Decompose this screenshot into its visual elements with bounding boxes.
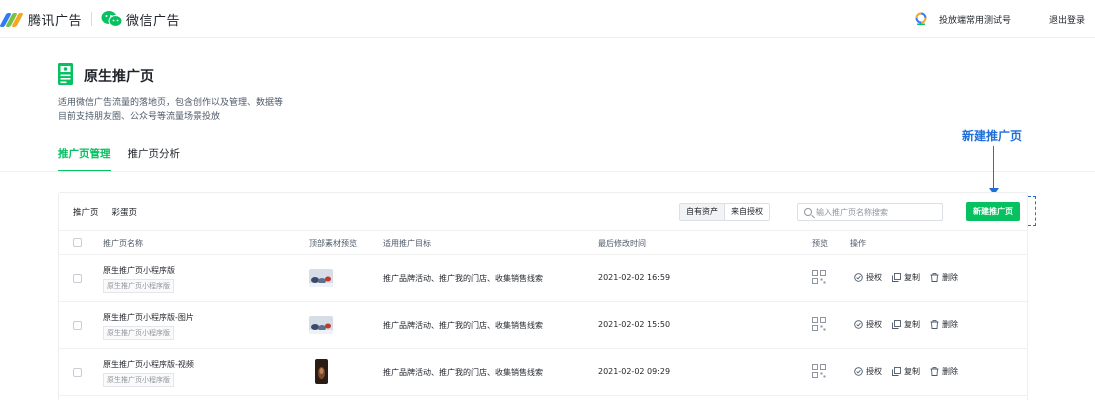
delete-label: 删除 (942, 320, 958, 329)
landing-page-list-card: 推广页 彩蛋页 自有资产 来自授权 输入推广页名称搜索 新建推广页 推广页名称 … (58, 192, 1028, 400)
segment-own-assets[interactable]: 自有资产 (680, 204, 725, 220)
delete-button[interactable]: 删除 (930, 319, 958, 330)
authorize-button[interactable]: 授权 (854, 272, 882, 283)
authorize-label: 授权 (866, 320, 882, 329)
row-target: 推广品牌活动、推广我的门店、收集销售线索 (383, 321, 543, 330)
search-input[interactable]: 输入推广页名称搜索 (797, 203, 943, 221)
top-navigation-bar: 腾讯广告 微信广告 投放端常用测试号 退出登录 (0, 0, 1095, 38)
row-actions: 授权 复制 删除 (854, 319, 968, 330)
authorize-label: 授权 (866, 273, 882, 282)
check-circle-icon (854, 320, 863, 329)
table-row: 原生推广页小程序版 原生推广页小程序版 推广品牌活动、推广我的门店、收集销售线索… (59, 255, 1027, 302)
brand-divider (91, 12, 93, 26)
row-page-name[interactable]: 原生推广页小程序版-视频 (103, 359, 194, 370)
qr-code-icon[interactable] (812, 317, 826, 331)
column-header-name: 推广页名称 (103, 239, 143, 248)
copy-icon (892, 320, 901, 329)
trash-icon (930, 320, 939, 329)
page-description-line-1: 适用微信广告流量的落地页，包含创作以及管理、数据等 (58, 98, 284, 108)
search-placeholder: 输入推广页名称搜索 (816, 207, 888, 217)
row-page-name[interactable]: 原生推广页小程序版-图片 (103, 312, 194, 323)
trash-icon (930, 367, 939, 376)
copy-button[interactable]: 复制 (892, 319, 920, 330)
new-landing-page-button[interactable]: 新建推广页 (966, 202, 1020, 221)
row-page-tag: 原生推广页小程序版 (103, 373, 174, 387)
column-header-modified-time: 最后修改时间 (598, 239, 646, 248)
row-page-tag: 原生推广页小程序版 (103, 279, 174, 293)
subtab-landing-page[interactable]: 推广页 (73, 206, 99, 218)
check-circle-icon (854, 367, 863, 376)
brand-area: 腾讯广告 微信广告 (0, 9, 181, 29)
tencent-ads-logo-icon (0, 11, 24, 27)
account-avatar-icon[interactable] (914, 12, 928, 26)
row-actions: 授权 复制 删除 (854, 366, 968, 377)
brand-wechat-text: 微信广告 (126, 13, 181, 29)
trash-icon (930, 273, 939, 282)
table-row: 原生推广页小程序版-视频 原生推广页小程序版 推广品牌活动、推广我的门店、收集销… (59, 349, 1027, 396)
annotation-label: 新建推广页 (962, 129, 1023, 143)
delete-button[interactable]: 删除 (930, 272, 958, 283)
delete-label: 删除 (942, 273, 958, 282)
row-target: 推广品牌活动、推广我的门店、收集销售线索 (383, 274, 543, 283)
annotation-arrow-line (993, 146, 994, 189)
row-checkbox[interactable] (73, 368, 82, 377)
row-target: 推广品牌活动、推广我的门店、收集销售线索 (383, 368, 543, 377)
delete-label: 删除 (942, 367, 958, 376)
header-divider (0, 171, 1095, 172)
page-description-line-2: 目前支持朋友圈、公众号等流量场景投放 (58, 112, 221, 122)
row-thumbnail-image (309, 269, 333, 287)
tab-landing-page-management[interactable]: 推广页管理 (58, 146, 111, 172)
copy-button[interactable]: 复制 (892, 272, 920, 283)
select-all-checkbox[interactable] (73, 238, 82, 247)
row-thumbnail-image (309, 316, 333, 334)
column-header-preview: 预览 (812, 239, 828, 248)
subtab-easter-egg-page[interactable]: 彩蛋页 (112, 206, 138, 218)
row-checkbox[interactable] (73, 274, 82, 283)
authorize-button[interactable]: 授权 (854, 319, 882, 330)
tab-landing-page-analysis[interactable]: 推广页分析 (128, 146, 181, 172)
authorize-label: 授权 (866, 367, 882, 376)
row-modified-time: 2021-02-02 09:29 (598, 367, 671, 376)
document-page-icon (58, 63, 73, 85)
search-icon (804, 208, 812, 216)
column-header-target: 适用推广目标 (383, 239, 431, 248)
page-description: 适用微信广告流量的落地页，包含创作以及管理、数据等 目前支持朋友圈、公众号等流量… (58, 96, 283, 124)
row-modified-time: 2021-02-02 15:50 (598, 320, 671, 329)
account-area: 投放端常用测试号 退出登录 (914, 10, 1085, 28)
row-page-tag: 原生推广页小程序版 (103, 326, 174, 340)
row-thumbnail-video (315, 359, 328, 384)
table-row: 原生推广页小程序版-图片 原生推广页小程序版 推广品牌活动、推广我的门店、收集销… (59, 302, 1027, 349)
copy-label: 复制 (904, 367, 920, 376)
account-name[interactable]: 投放端常用测试号 (939, 13, 1011, 26)
brand-tencent-text: 腾讯广告 (28, 13, 83, 29)
row-actions: 授权 复制 删除 (854, 272, 968, 283)
delete-button[interactable]: 删除 (930, 366, 958, 377)
page-title: 原生推广页 (84, 69, 154, 85)
column-header-preview-material: 顶部素材预览 (309, 239, 357, 248)
wechat-logo-icon (101, 11, 123, 27)
copy-label: 复制 (904, 320, 920, 329)
authorize-button[interactable]: 授权 (854, 366, 882, 377)
row-modified-time: 2021-02-02 16:59 (598, 273, 671, 282)
page-tabs: 推广页管理 推广页分析 (58, 146, 197, 172)
row-page-name[interactable]: 原生推广页小程序版 (103, 265, 175, 276)
row-checkbox[interactable] (73, 321, 82, 330)
qr-code-icon[interactable] (812, 270, 826, 284)
copy-button[interactable]: 复制 (892, 366, 920, 377)
copy-icon (892, 367, 901, 376)
asset-source-segmented-control: 自有资产 来自授权 (679, 203, 770, 221)
copy-label: 复制 (904, 273, 920, 282)
copy-icon (892, 273, 901, 282)
segment-from-authorization[interactable]: 来自授权 (725, 204, 769, 220)
card-subtabs: 推广页 彩蛋页 (73, 206, 150, 218)
table-header: 推广页名称 顶部素材预览 适用推广目标 最后修改时间 预览 操作 (59, 230, 1027, 255)
column-header-actions: 操作 (850, 239, 866, 248)
check-circle-icon (854, 273, 863, 282)
logout-link[interactable]: 退出登录 (1049, 13, 1085, 26)
qr-code-icon[interactable] (812, 364, 826, 378)
